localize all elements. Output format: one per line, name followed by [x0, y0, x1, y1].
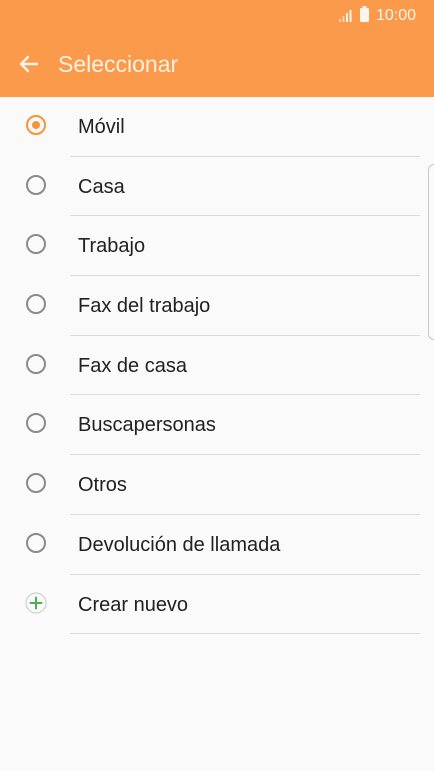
radio-button[interactable]: [26, 294, 46, 315]
option-casa[interactable]: Casa: [0, 157, 434, 217]
scrollbar-handle[interactable]: [428, 164, 434, 340]
status-bar: 10:00: [0, 0, 434, 32]
radio-button[interactable]: [26, 473, 46, 494]
divider: [70, 633, 420, 635]
plus-circle-icon[interactable]: [25, 591, 47, 614]
battery-icon: [360, 6, 369, 22]
option-label: Trabajo: [78, 235, 146, 258]
option-label: Buscapersonas: [78, 414, 216, 437]
status-time: 10:00: [376, 7, 417, 24]
option-label: Otros: [78, 474, 127, 497]
option-label: Casa: [78, 175, 125, 198]
option-otros[interactable]: Otros: [0, 455, 434, 515]
app-header: 10:00 Seleccionar: [0, 0, 434, 97]
option-label: Fax del trabajo: [78, 295, 211, 318]
create-new-button[interactable]: Crear nuevo: [0, 575, 434, 635]
create-new-label: Crear nuevo: [78, 593, 189, 616]
option-devolucion-de-llamada[interactable]: Devolución de llamada: [0, 515, 434, 575]
option-fax-de-casa[interactable]: Fax de casa: [0, 336, 434, 396]
back-arrow-icon[interactable]: [17, 52, 41, 76]
radio-button[interactable]: [26, 532, 46, 553]
option-buscapersonas[interactable]: Buscapersonas: [0, 395, 434, 456]
radio-button[interactable]: [26, 174, 46, 195]
option-label: Devolución de llamada: [78, 533, 281, 556]
option-fax-del-trabajo[interactable]: Fax del trabajo: [0, 276, 434, 336]
option-list: Móvil Casa Trabajo Fax del trabajo Fax d…: [0, 97, 434, 635]
page-title: Seleccionar: [58, 51, 179, 77]
option-label: Móvil: [78, 116, 125, 138]
radio-button[interactable]: [26, 234, 46, 255]
option-label: Fax de casa: [78, 354, 187, 377]
radio-button[interactable]: [26, 413, 46, 434]
radio-button-selected[interactable]: [26, 115, 46, 135]
option-trabajo[interactable]: Trabajo: [0, 216, 434, 277]
signal-bars-icon: [339, 10, 352, 22]
radio-button[interactable]: [26, 353, 46, 374]
option-movil[interactable]: Móvil: [0, 97, 434, 157]
